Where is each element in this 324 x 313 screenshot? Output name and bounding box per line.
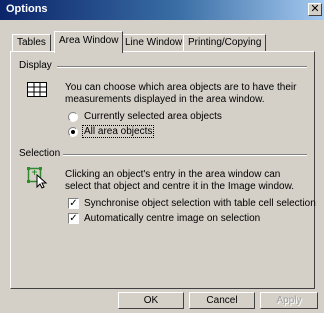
dialog-title: Options xyxy=(6,3,48,15)
display-description-line1: You can choose which area objects are to… xyxy=(65,82,297,93)
radio-dot xyxy=(71,130,75,134)
tab-area-window[interactable]: Area Window xyxy=(54,31,124,53)
display-heading: Display xyxy=(19,60,52,71)
radio-all-area-objects-label: All area objects xyxy=(81,125,155,138)
display-description: You can choose which area objects are to… xyxy=(65,82,296,106)
cursor-select-icon xyxy=(27,167,51,192)
tab-panel: Display You can choose which area object… xyxy=(10,51,316,289)
selection-heading: Selection xyxy=(19,148,61,159)
checkbox-synchronise-selection-label: Synchronise object selection with table … xyxy=(84,198,316,209)
tab-tables-label: Tables xyxy=(17,37,46,48)
tab-line-window-label: Line Window xyxy=(125,37,183,48)
selection-description-line2: select that object and centre it in the … xyxy=(65,181,295,192)
options-dialog: Options ✕ Tables Area Window Line Window… xyxy=(0,0,324,313)
selection-divider xyxy=(63,154,307,156)
title-bar[interactable]: Options ✕ xyxy=(0,0,324,20)
table-grid-icon xyxy=(27,82,47,100)
radio-button[interactable] xyxy=(68,127,78,137)
selection-description-line1: Clicking an object's entry in the area w… xyxy=(65,169,281,180)
display-description-line2: measurements displayed in the area windo… xyxy=(65,94,265,105)
selection-description: Clicking an object's entry in the area w… xyxy=(65,169,294,193)
ok-button-label: OK xyxy=(143,295,159,306)
radio-button[interactable] xyxy=(68,112,78,122)
tab-area-window-label: Area Window xyxy=(59,35,119,46)
apply-button[interactable]: Apply xyxy=(260,292,318,309)
checkbox-box[interactable]: ✓ xyxy=(68,213,79,224)
cancel-button[interactable]: Cancel xyxy=(189,292,255,309)
close-button[interactable]: ✕ xyxy=(308,3,322,16)
cancel-button-label: Cancel xyxy=(206,295,238,306)
radio-currently-selected-label: Currently selected area objects xyxy=(84,111,222,122)
tab-printing-copying[interactable]: Printing/Copying xyxy=(183,34,267,51)
tab-printing-copying-label: Printing/Copying xyxy=(188,37,262,48)
ok-button[interactable]: OK xyxy=(118,292,184,309)
display-divider xyxy=(57,66,307,68)
apply-button-label: Apply xyxy=(276,295,302,306)
checkbox-box[interactable]: ✓ xyxy=(68,198,79,209)
tab-tables[interactable]: Tables xyxy=(12,34,51,51)
checkbox-auto-centre-image-label: Automatically centre image on selection xyxy=(84,213,261,224)
close-icon: ✕ xyxy=(310,2,320,15)
tab-line-window[interactable]: Line Window xyxy=(120,34,188,51)
